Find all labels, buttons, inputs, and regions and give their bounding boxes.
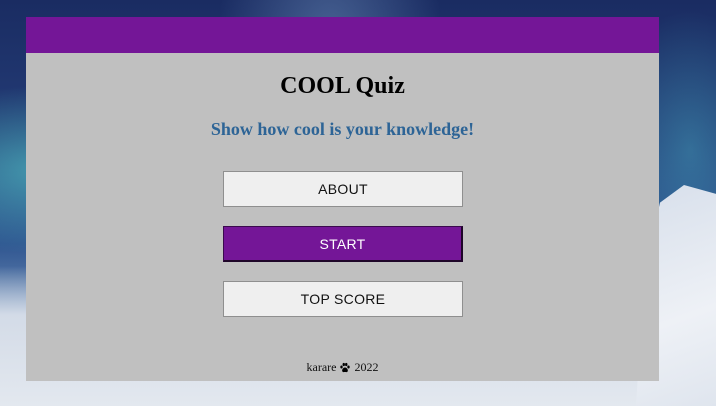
page-title: COOL Quiz bbox=[280, 73, 405, 99]
quiz-card: COOL Quiz Show how cool is your knowledg… bbox=[26, 17, 659, 381]
footer-author: karare bbox=[306, 360, 337, 374]
paw-icon bbox=[340, 362, 351, 372]
start-button[interactable]: START bbox=[223, 226, 463, 262]
top-score-button[interactable]: TOP SCORE bbox=[223, 281, 463, 317]
footer: karare 2022 bbox=[26, 360, 659, 375]
page-subtitle: Show how cool is your knowledge! bbox=[210, 119, 475, 139]
card-header-bar bbox=[26, 17, 659, 53]
footer-year: 2022 bbox=[354, 360, 379, 374]
about-button[interactable]: ABOUT bbox=[223, 171, 463, 207]
